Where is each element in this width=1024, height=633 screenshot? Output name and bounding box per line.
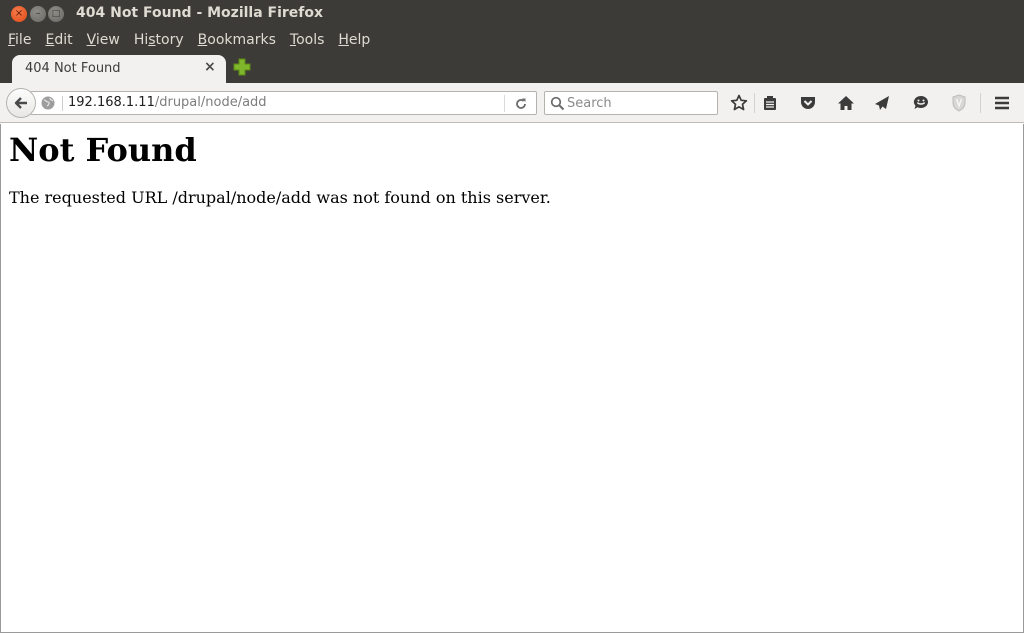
menu-label-part: ools bbox=[296, 32, 325, 48]
navigation-toolbar: 192.168.1.11/drupal/node/add bbox=[0, 83, 1024, 123]
menu-accelerator: E bbox=[45, 32, 55, 48]
shield-icon bbox=[952, 94, 966, 112]
menu-label-part: ile bbox=[15, 32, 32, 48]
reload-button[interactable] bbox=[514, 94, 530, 112]
shield-button[interactable] bbox=[949, 93, 969, 113]
tab-strip: 404 Not Found × bbox=[0, 54, 1024, 83]
share-button[interactable] bbox=[872, 93, 892, 113]
menu-label-part: ookmarks bbox=[207, 32, 276, 48]
menu-accelerator: B bbox=[197, 32, 208, 48]
close-icon: × bbox=[14, 8, 24, 19]
pocket-icon bbox=[801, 97, 815, 109]
menu-label-part: Hi bbox=[133, 32, 149, 48]
menu-view[interactable]: View bbox=[87, 28, 120, 54]
menu-accelerator: V bbox=[86, 32, 96, 48]
reading-list-icon bbox=[764, 96, 776, 110]
bookmark-star-icon bbox=[730, 94, 748, 111]
menu-accelerator: F bbox=[8, 32, 16, 48]
window-minimize-button[interactable]: – bbox=[30, 6, 46, 22]
minimize-icon: – bbox=[35, 8, 41, 19]
back-arrow-icon bbox=[14, 97, 27, 109]
chat-button[interactable] bbox=[911, 93, 931, 113]
home-button[interactable] bbox=[836, 93, 856, 113]
reading-list-button[interactable] bbox=[760, 93, 780, 113]
bookmark-star-button[interactable] bbox=[729, 93, 749, 113]
menu-label-part: elp bbox=[348, 32, 371, 48]
menu-label-part: dit bbox=[54, 32, 73, 48]
home-icon bbox=[838, 96, 854, 110]
menu-bar: File Edit View History Bookmarks Tools Help bbox=[0, 28, 1024, 54]
pocket-button[interactable] bbox=[798, 93, 818, 113]
page-heading: Not Found bbox=[9, 131, 197, 169]
share-icon bbox=[875, 96, 889, 110]
window-maximize-button[interactable]: □ bbox=[48, 6, 64, 22]
chat-icon bbox=[913, 95, 928, 109]
url-bar[interactable]: 192.168.1.11/drupal/node/add bbox=[30, 91, 537, 115]
menu-tools[interactable]: Tools bbox=[290, 28, 325, 54]
menu-bookmarks[interactable]: Bookmarks bbox=[198, 28, 276, 54]
search-bar[interactable] bbox=[544, 91, 718, 115]
window-close-button[interactable]: × bbox=[11, 6, 27, 22]
menu-accelerator: s bbox=[148, 32, 156, 48]
menu-accelerator: H bbox=[338, 32, 349, 48]
tab-404-not-found[interactable]: 404 Not Found × bbox=[12, 55, 226, 83]
search-input[interactable] bbox=[567, 94, 715, 112]
search-icon bbox=[550, 96, 565, 111]
tab-close-button[interactable]: × bbox=[204, 59, 216, 75]
back-button[interactable] bbox=[6, 88, 36, 118]
toolbar-separator bbox=[754, 93, 755, 113]
reload-icon bbox=[516, 98, 526, 109]
maximize-icon: □ bbox=[51, 8, 61, 19]
url-separator-right bbox=[504, 95, 505, 112]
menu-label-part: iew bbox=[95, 32, 120, 48]
url-path: /drupal/node/add bbox=[154, 95, 267, 110]
globe-icon bbox=[41, 96, 55, 110]
page-content: Not Found The requested URL /drupal/node… bbox=[0, 124, 1024, 633]
open-menu-button[interactable] bbox=[992, 93, 1012, 113]
title-bar: × – □ 404 Not Found - Mozilla Firefox bbox=[0, 0, 1024, 28]
menu-history[interactable]: History bbox=[134, 28, 184, 54]
menu-file[interactable]: File bbox=[8, 28, 31, 54]
menu-help[interactable]: Help bbox=[338, 28, 370, 54]
error-message: The requested URL /drupal/node/add was n… bbox=[9, 188, 551, 207]
menu-edit[interactable]: Edit bbox=[45, 28, 72, 54]
hamburger-menu-icon bbox=[995, 96, 1009, 110]
url-host: 192.168.1.11 bbox=[68, 95, 155, 110]
window-title: 404 Not Found - Mozilla Firefox bbox=[76, 5, 324, 21]
new-tab-button[interactable] bbox=[233, 58, 251, 76]
tab-label: 404 Not Found bbox=[25, 61, 121, 76]
url-separator bbox=[62, 96, 63, 111]
plus-icon bbox=[233, 58, 251, 76]
menu-label-part: tory bbox=[155, 32, 184, 48]
toolbar-separator bbox=[980, 93, 981, 113]
url-text[interactable]: 192.168.1.11/drupal/node/add bbox=[68, 95, 267, 110]
